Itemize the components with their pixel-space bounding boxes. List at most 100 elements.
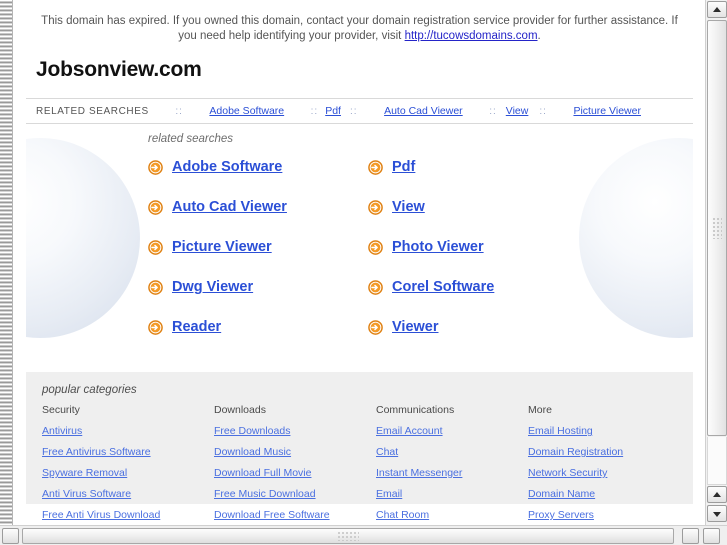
list-item[interactable]: Adobe Software [148, 156, 358, 178]
list-item[interactable]: Auto Cad Viewer [148, 196, 358, 218]
list-item[interactable]: Viewer [368, 316, 578, 338]
link-reader[interactable]: Reader [172, 319, 221, 335]
list-item[interactable]: Free Downloads [214, 420, 376, 441]
arrow-circle-right-icon [148, 199, 163, 215]
category-link-chat-room[interactable]: Chat Room [376, 509, 429, 521]
category-link-domain-name[interactable]: Domain Name [528, 488, 595, 500]
scroll-up-button-secondary[interactable] [707, 486, 727, 503]
arrow-circle-right-icon [368, 199, 383, 215]
tucows-domains-link[interactable]: http://tucowsdomains.com [405, 30, 538, 42]
category-link-download-music[interactable]: Download Music [214, 446, 291, 458]
list-item[interactable]: Email [376, 483, 528, 504]
scroll-up-button[interactable] [707, 1, 727, 18]
list-item[interactable]: Picture Viewer [148, 236, 358, 258]
list-item[interactable]: Download Free Software [214, 504, 376, 525]
separator: :: [539, 105, 547, 117]
link-viewer[interactable]: Viewer [392, 319, 439, 335]
category-link-free-music-download[interactable]: Free Music Download [214, 488, 316, 500]
left-gripper-strip[interactable] [0, 0, 13, 525]
page-title: Jobsonview.com [36, 58, 202, 81]
horizontal-scrollbar[interactable] [0, 525, 727, 545]
arrow-circle-right-icon [148, 159, 163, 175]
list-item[interactable]: Pdf [368, 156, 578, 178]
category-list: Email Account Chat Instant Messenger Ema… [376, 420, 528, 525]
category-link-free-anti-virus-download[interactable]: Free Anti Virus Download [42, 509, 160, 521]
scroll-left-button[interactable] [2, 528, 19, 544]
link-adobe-software[interactable]: Adobe Software [172, 159, 282, 175]
category-link-free-antivirus-software[interactable]: Free Antivirus Software [42, 446, 151, 458]
list-item[interactable]: Spyware Removal [42, 462, 214, 483]
list-item[interactable]: Instant Messenger [376, 462, 528, 483]
notice-text-after: . [537, 30, 541, 42]
related-bar-link-view[interactable]: View [506, 105, 529, 117]
list-item[interactable]: Chat [376, 441, 528, 462]
category-list: Free Downloads Download Music Download F… [214, 420, 376, 525]
list-item[interactable]: Dwg Viewer [148, 276, 358, 298]
arrow-circle-right-icon [368, 159, 383, 175]
list-item[interactable]: Reader [148, 316, 358, 338]
related-bar-link-adobe-software[interactable]: Adobe Software [209, 105, 284, 117]
list-item[interactable]: Email Account [376, 420, 528, 441]
category-heading: Security [42, 404, 80, 416]
browser-window: This domain has expired. If you owned th… [0, 0, 727, 545]
category-link-email[interactable]: Email [376, 488, 402, 500]
scroll-right-button[interactable] [703, 528, 720, 544]
list-item[interactable]: Anti Virus Software [42, 483, 214, 504]
page-content: This domain has expired. If you owned th… [14, 14, 705, 521]
category-link-domain-registration[interactable]: Domain Registration [528, 446, 623, 458]
popular-categories-panel: popular categories Security Antivirus Fr… [26, 372, 693, 521]
related-bar-link-pdf[interactable]: Pdf [325, 105, 341, 117]
vertical-scrollbar-thumb[interactable] [707, 20, 727, 436]
category-link-network-security[interactable]: Network Security [528, 467, 607, 479]
link-pdf[interactable]: Pdf [392, 159, 415, 175]
category-link-email-account[interactable]: Email Account [376, 425, 443, 437]
list-item[interactable]: Download Music [214, 441, 376, 462]
category-link-spyware-removal[interactable]: Spyware Removal [42, 467, 127, 479]
list-item[interactable]: Email Hosting [528, 420, 688, 441]
category-link-antivirus[interactable]: Antivirus [42, 425, 82, 437]
list-item[interactable]: Free Antivirus Software [42, 441, 214, 462]
list-item[interactable]: Corel Software [368, 276, 578, 298]
link-photo-viewer[interactable]: Photo Viewer [392, 239, 484, 255]
category-link-free-downloads[interactable]: Free Downloads [214, 425, 290, 437]
link-dwg-viewer[interactable]: Dwg Viewer [172, 279, 253, 295]
categories-columns: Security Antivirus Free Antivirus Softwa… [42, 404, 693, 525]
notice-text-before: This domain has expired. If you owned th… [41, 15, 678, 42]
link-view[interactable]: View [392, 199, 425, 215]
link-picture-viewer[interactable]: Picture Viewer [172, 239, 272, 255]
horizontal-scrollbar-thumb[interactable] [22, 528, 674, 544]
list-item[interactable]: Domain Name [528, 483, 688, 504]
list-item[interactable]: Proxy Servers [528, 504, 688, 525]
category-link-anti-virus-software[interactable]: Anti Virus Software [42, 488, 131, 500]
related-searches-links: Adobe Software Pdf Auto Cad Viewer View … [148, 156, 618, 338]
vertical-scrollbar[interactable] [705, 0, 727, 525]
list-item[interactable]: Free Music Download [214, 483, 376, 504]
category-link-email-hosting[interactable]: Email Hosting [528, 425, 593, 437]
category-link-proxy-servers[interactable]: Proxy Servers [528, 509, 594, 521]
category-link-chat[interactable]: Chat [376, 446, 398, 458]
category-column-downloads: Downloads Free Downloads Download Music … [214, 404, 376, 525]
list-item[interactable]: View [368, 196, 578, 218]
list-item[interactable]: Network Security [528, 462, 688, 483]
arrow-circle-right-icon [148, 319, 163, 335]
list-item[interactable]: Photo Viewer [368, 236, 578, 258]
category-list: Antivirus Free Antivirus Software Spywar… [42, 420, 214, 525]
category-link-download-full-movie[interactable]: Download Full Movie [214, 467, 311, 479]
vertical-scrollbar-track[interactable] [707, 437, 727, 485]
list-item[interactable]: Free Anti Virus Download [42, 504, 214, 525]
list-item[interactable]: Chat Room [376, 504, 528, 525]
related-bar-link-picture-viewer[interactable]: Picture Viewer [573, 105, 641, 117]
scroll-down-button[interactable] [707, 505, 727, 522]
related-searches-heading: related searches [148, 133, 234, 145]
scroll-left-button-secondary[interactable] [682, 528, 699, 544]
link-auto-cad-viewer[interactable]: Auto Cad Viewer [172, 199, 287, 215]
category-link-instant-messenger[interactable]: Instant Messenger [376, 467, 462, 479]
arrow-circle-right-icon [368, 319, 383, 335]
list-item[interactable]: Antivirus [42, 420, 214, 441]
list-item[interactable]: Domain Registration [528, 441, 688, 462]
related-bar-link-auto-cad-viewer[interactable]: Auto Cad Viewer [384, 105, 463, 117]
list-item[interactable]: Download Full Movie [214, 462, 376, 483]
page-viewport: This domain has expired. If you owned th… [14, 0, 705, 525]
category-link-download-free-software[interactable]: Download Free Software [214, 509, 330, 521]
link-corel-software[interactable]: Corel Software [392, 279, 494, 295]
